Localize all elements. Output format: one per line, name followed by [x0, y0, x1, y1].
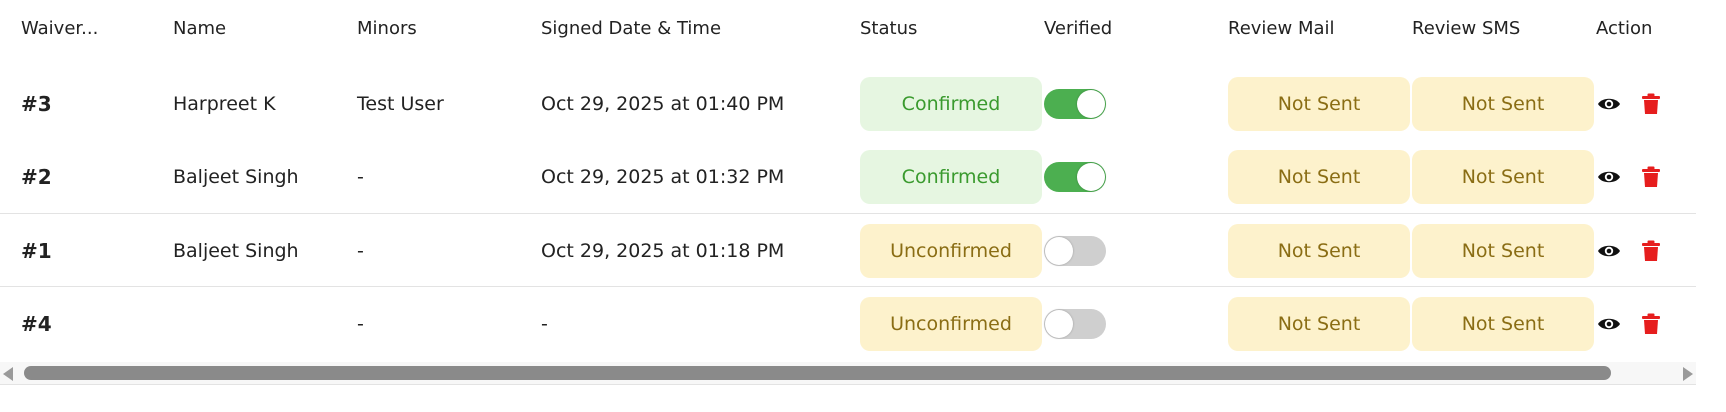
review-mail-badge: Not Sent — [1228, 149, 1410, 204]
header-waiver[interactable]: Waiver... — [21, 0, 98, 56]
status-badge: Unconfirmed — [860, 223, 1042, 278]
toggle-knob — [1045, 236, 1073, 265]
status-cell: Unconfirmed — [860, 214, 1042, 287]
signer-name: Harpreet K — [173, 92, 276, 115]
header-status[interactable]: Status — [860, 0, 917, 56]
verified-cell — [1044, 287, 1106, 360]
table-row: #2 Baljeet Singh - Oct 29, 2025 at 01:32… — [0, 140, 1696, 213]
review-mail-badge: Not Sent — [1228, 223, 1410, 278]
review-mail-cell: Not Sent — [1228, 214, 1410, 287]
review-sms-cell: Not Sent — [1412, 67, 1594, 140]
verified-cell — [1044, 214, 1106, 287]
signed-datetime: Oct 29, 2025 at 01:40 PM — [541, 92, 785, 115]
table-row: #1 Baljeet Singh - Oct 29, 2025 at 01:18… — [0, 213, 1696, 287]
trash-icon[interactable] — [1638, 164, 1664, 190]
waiver-id: #4 — [21, 311, 52, 336]
signed-datetime: Oct 29, 2025 at 01:32 PM — [541, 165, 785, 188]
trash-icon[interactable] — [1638, 311, 1664, 337]
table-row: #4 - - Unconfirmed Not Sent Not Sent — [0, 286, 1696, 360]
status-cell: Confirmed — [860, 67, 1042, 140]
minors-value: - — [357, 239, 364, 262]
scroll-thumb[interactable] — [24, 366, 1611, 380]
header-name[interactable]: Name — [173, 0, 226, 56]
header-minors[interactable]: Minors — [357, 0, 417, 56]
header-signed[interactable]: Signed Date & Time — [541, 0, 721, 56]
review-sms-badge: Not Sent — [1412, 223, 1594, 278]
eye-icon[interactable] — [1596, 91, 1622, 117]
table-header: Waiver... Name Minors Signed Date & Time… — [0, 0, 1696, 56]
header-verified[interactable]: Verified — [1044, 0, 1112, 56]
action-cell — [1596, 140, 1664, 213]
review-sms-cell: Not Sent — [1412, 214, 1594, 287]
minors-value: - — [357, 165, 364, 188]
table-row: #3 Harpreet K Test User Oct 29, 2025 at … — [0, 67, 1696, 140]
verified-toggle[interactable] — [1044, 88, 1106, 119]
header-action: Action — [1596, 17, 1653, 39]
header-review-sms[interactable]: Review SMS — [1412, 0, 1520, 56]
signed-datetime: - — [541, 312, 548, 335]
eye-icon[interactable] — [1596, 238, 1622, 264]
review-mail-cell: Not Sent — [1228, 67, 1410, 140]
trash-icon[interactable] — [1638, 91, 1664, 117]
eye-icon[interactable] — [1596, 164, 1622, 190]
scroll-left-arrow-icon[interactable] — [3, 367, 13, 381]
review-mail-cell: Not Sent — [1228, 140, 1410, 213]
verified-cell — [1044, 67, 1106, 140]
signer-name: Baljeet Singh — [173, 165, 299, 188]
trash-icon[interactable] — [1638, 238, 1664, 264]
waiver-id: #1 — [21, 238, 52, 263]
header-review-mail[interactable]: Review Mail — [1228, 0, 1335, 56]
eye-icon[interactable] — [1596, 311, 1622, 337]
review-sms-cell: Not Sent — [1412, 140, 1594, 213]
verified-toggle[interactable] — [1044, 235, 1106, 266]
verified-toggle[interactable] — [1044, 308, 1106, 339]
review-mail-badge: Not Sent — [1228, 76, 1410, 131]
scroll-right-arrow-icon[interactable] — [1683, 367, 1693, 381]
toggle-knob — [1045, 309, 1073, 338]
toggle-knob — [1077, 162, 1105, 191]
waivers-table: Waiver... Name Minors Signed Date & Time… — [0, 0, 1726, 412]
action-cell — [1596, 287, 1664, 360]
minors-value: - — [357, 312, 364, 335]
waiver-id: #2 — [21, 164, 52, 189]
signer-name: Baljeet Singh — [173, 239, 299, 262]
review-mail-cell: Not Sent — [1228, 287, 1410, 360]
toggle-knob — [1077, 89, 1105, 118]
action-cell — [1596, 214, 1664, 287]
review-sms-badge: Not Sent — [1412, 149, 1594, 204]
status-cell: Confirmed — [860, 140, 1042, 213]
action-cell — [1596, 67, 1664, 140]
status-badge: Unconfirmed — [860, 296, 1042, 351]
review-sms-cell: Not Sent — [1412, 287, 1594, 360]
horizontal-scrollbar[interactable] — [0, 362, 1696, 385]
verified-cell — [1044, 140, 1106, 213]
waiver-id: #3 — [21, 91, 52, 116]
verified-toggle[interactable] — [1044, 161, 1106, 192]
status-badge: Confirmed — [860, 76, 1042, 131]
status-cell: Unconfirmed — [860, 287, 1042, 360]
review-mail-badge: Not Sent — [1228, 296, 1410, 351]
status-badge: Confirmed — [860, 149, 1042, 204]
review-sms-badge: Not Sent — [1412, 76, 1594, 131]
signed-datetime: Oct 29, 2025 at 01:18 PM — [541, 239, 785, 262]
review-sms-badge: Not Sent — [1412, 296, 1594, 351]
minors-value: Test User — [357, 92, 444, 115]
